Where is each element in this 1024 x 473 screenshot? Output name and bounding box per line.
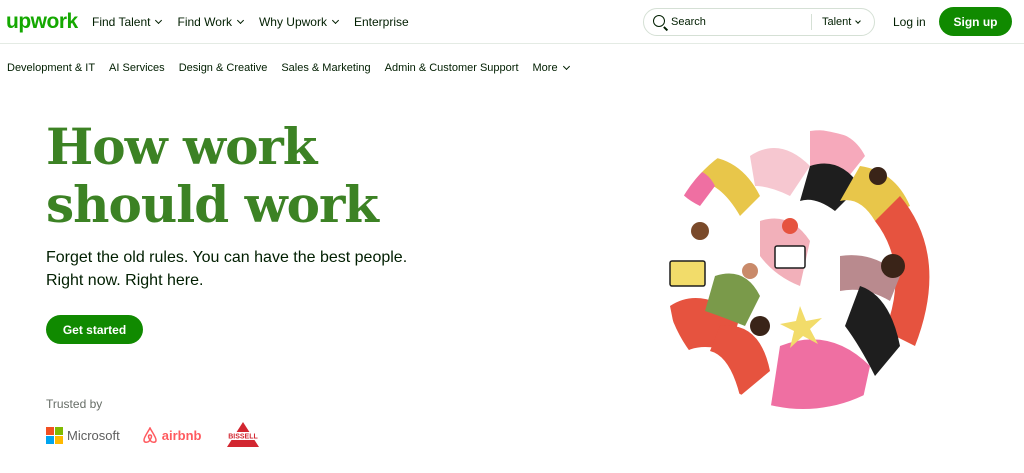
- chevron-down-icon: [331, 16, 340, 25]
- category-bar: Development & IT AI Services Design & Cr…: [7, 62, 570, 74]
- nav-enterprise[interactable]: Enterprise: [354, 15, 409, 29]
- category-admin-support[interactable]: Admin & Customer Support: [385, 62, 519, 74]
- trusted-logos: Microsoft airbnb BISSELL: [46, 421, 263, 449]
- main-nav: Find Talent Find Work Why Upwork Enterpr…: [92, 15, 409, 29]
- nav-why-upwork[interactable]: Why Upwork: [258, 15, 340, 29]
- category-design-creative[interactable]: Design & Creative: [179, 62, 268, 74]
- hero-subtitle: Forget the old rules. You can have the b…: [46, 249, 408, 289]
- svg-text:BISSELL: BISSELL: [229, 434, 259, 441]
- airbnb-logo: airbnb: [142, 426, 202, 444]
- upwork-logo[interactable]: upwork: [6, 10, 78, 34]
- search-divider: [811, 14, 812, 30]
- microsoft-label: Microsoft: [67, 427, 120, 443]
- trusted-by-label: Trusted by: [46, 397, 103, 411]
- nav-enterprise-label: Enterprise: [353, 15, 409, 29]
- category-sales-marketing[interactable]: Sales & Marketing: [281, 62, 370, 74]
- top-navigation-bar: upwork Find Talent Find Work Why Upwork …: [0, 0, 1024, 44]
- get-started-button[interactable]: Get started: [46, 315, 143, 344]
- microsoft-logo: Microsoft: [46, 426, 120, 444]
- category-ai-services[interactable]: AI Services: [109, 62, 165, 74]
- hero-illustration: [663, 129, 943, 409]
- airbnb-label: airbnb: [161, 427, 202, 443]
- signup-button[interactable]: Sign up: [939, 7, 1012, 36]
- chevron-down-icon: [855, 17, 862, 24]
- search-icon: [653, 15, 665, 27]
- search-bar[interactable]: Search Talent: [643, 8, 875, 36]
- category-more-label: More: [532, 62, 558, 74]
- chevron-down-icon: [155, 16, 163, 25]
- category-development-it[interactable]: Development & IT: [7, 62, 95, 74]
- search-scope-dropdown[interactable]: Talent: [822, 16, 862, 28]
- nav-find-work[interactable]: Find Work: [177, 15, 244, 29]
- nav-find-talent[interactable]: Find Talent: [92, 15, 163, 29]
- bissell-logo: BISSELL: [223, 421, 263, 449]
- nav-find-talent-label: Find Talent: [92, 15, 151, 29]
- category-more[interactable]: More: [532, 62, 570, 74]
- nav-find-work-label: Find Work: [177, 15, 232, 29]
- search-input[interactable]: Search: [671, 16, 706, 28]
- hero-title: How work should work: [46, 117, 379, 234]
- airbnb-icon: [142, 426, 157, 443]
- microsoft-grid-icon: [46, 426, 63, 444]
- chevron-down-icon: [562, 62, 570, 71]
- search-scope-label: Talent: [822, 16, 852, 28]
- chevron-down-icon: [236, 16, 244, 25]
- nav-why-upwork-label: Why Upwork: [258, 15, 327, 29]
- login-link[interactable]: Log in: [893, 15, 926, 29]
